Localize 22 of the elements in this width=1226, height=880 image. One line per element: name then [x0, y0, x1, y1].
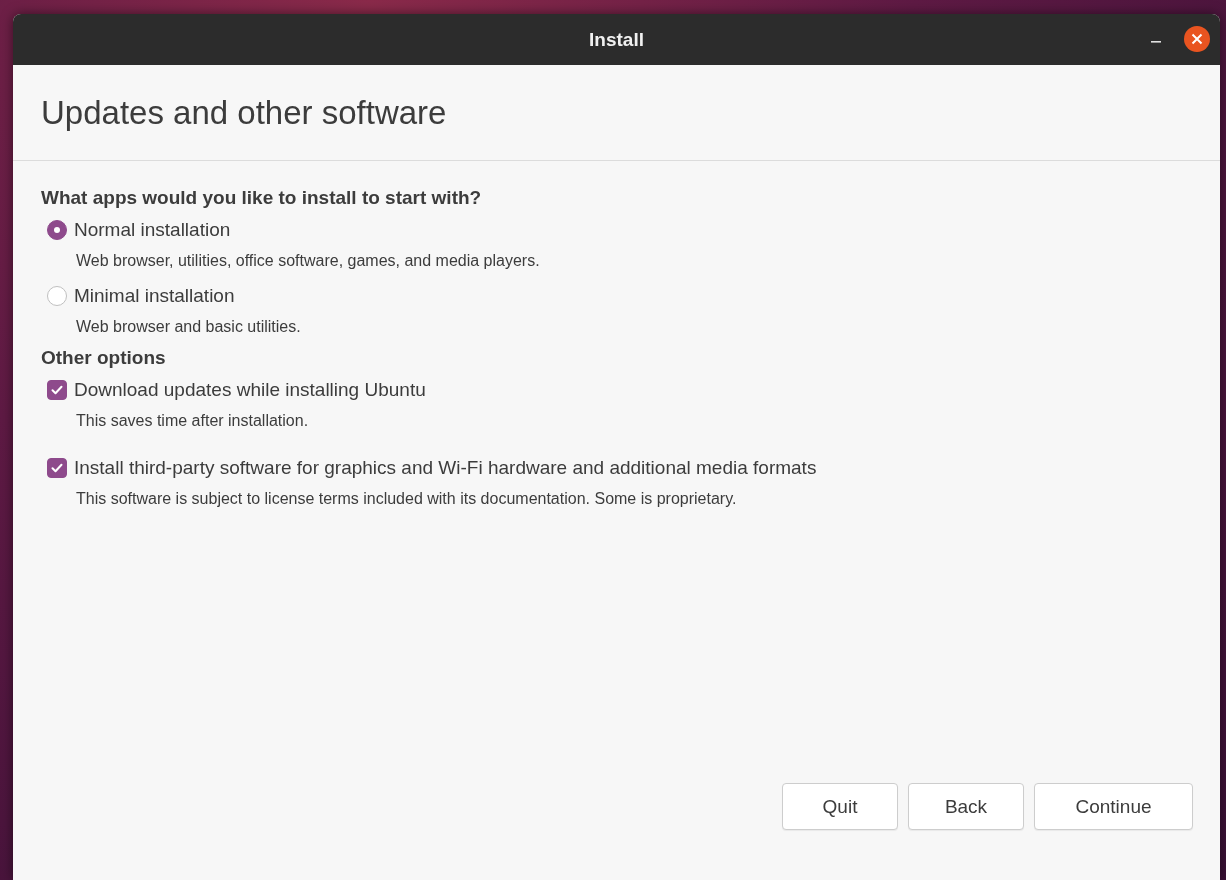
dialog-button[interactable]: Quit [782, 783, 898, 830]
dialog-button[interactable]: Continue [1034, 783, 1193, 830]
option-label[interactable]: Download updates while installing Ubuntu [74, 375, 426, 405]
checkbox[interactable] [47, 458, 67, 478]
window-title: Install [589, 28, 644, 51]
checkmark-icon [50, 383, 64, 397]
checkmark-icon [50, 461, 64, 475]
option-label[interactable]: Normal installation [74, 215, 231, 245]
option-label[interactable]: Install third-party software for graphics and Wi-Fi hardware and additional media formats [74, 453, 817, 483]
radio-button[interactable] [47, 286, 67, 306]
section-heading: Other options [41, 347, 167, 369]
option-label[interactable]: Minimal installation [74, 281, 235, 311]
option-description: Web browser, utilities, office software, games, and media players. [76, 251, 541, 271]
page-title: Updates and other software [41, 93, 447, 132]
checkbox[interactable] [47, 380, 67, 400]
close-icon[interactable] [1184, 26, 1210, 52]
option-description: Web browser and basic utilities. [76, 317, 302, 337]
section-heading: What apps would you like to install to start with? [41, 187, 483, 209]
option-description: This saves time after installation. [76, 411, 310, 431]
dialog-button[interactable]: Back [908, 783, 1024, 830]
option-description: This software is subject to license terms included with its documentation. Some is proprietary. [76, 489, 738, 509]
radio-button[interactable] [47, 220, 67, 240]
